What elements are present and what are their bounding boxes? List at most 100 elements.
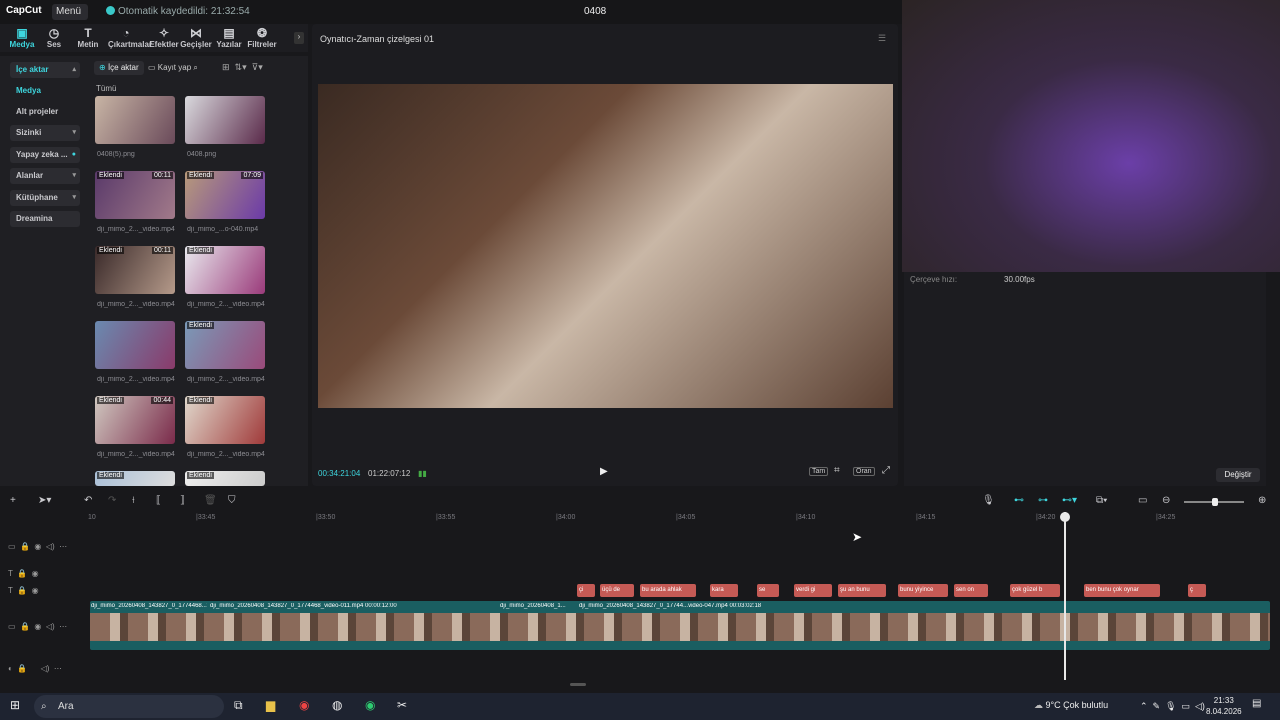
shield-icon[interactable]: ⛉ <box>228 495 236 506</box>
spotify-icon[interactable]: ◉ <box>365 698 375 712</box>
chrome-icon[interactable]: ◉ <box>299 698 309 712</box>
player-menu-icon[interactable]: ☰ <box>878 33 886 44</box>
text-clip[interactable]: kara <box>710 584 738 597</box>
sidebar-item-yours[interactable]: Sizinki ▾ <box>10 125 80 141</box>
sidebar-item-subprojects[interactable]: Alt projeler <box>10 104 80 120</box>
obs-icon[interactable]: ◍ <box>332 698 342 712</box>
track-controls[interactable]: ▭ 🔒 ◉ ◁) ⋯ <box>8 622 67 631</box>
system-tray-icons[interactable]: ⌃ ✎ 🎙 ▭ ◁) <box>1140 701 1205 712</box>
select-tool-icon[interactable]: ➤▾ <box>38 495 51 506</box>
track-controls[interactable]: ◐ 🔒 ◁) ⋯ <box>8 664 62 673</box>
media-thumb[interactable]: Eklendi <box>185 396 265 444</box>
media-thumb[interactable] <box>95 321 175 369</box>
microphone-icon[interactable]: 🎙 <box>982 495 995 506</box>
screenshot-icon[interactable]: ⌗ <box>834 465 840 476</box>
record-button[interactable]: ▭ Kayıt yap ⌕ <box>148 61 198 75</box>
notification-icon[interactable]: ▤ <box>1252 698 1261 709</box>
added-badge: Eklendi <box>187 322 214 329</box>
added-badge: Eklendi <box>97 472 124 479</box>
redo-icon[interactable]: ↷ <box>108 495 116 506</box>
text-clip[interactable]: se <box>757 584 779 597</box>
frame-rate-value: 30.00fps <box>1004 275 1035 284</box>
play-button[interactable]: ▶ <box>600 466 608 477</box>
split-icon[interactable]: ⟊ <box>132 495 135 506</box>
trim-right-icon[interactable]: ⟧ <box>180 495 185 506</box>
preview-axis-icon[interactable]: ⧉▾ <box>1096 495 1107 506</box>
link-icon[interactable]: ⊷ <box>1014 495 1024 506</box>
media-thumb[interactable]: Eklendi 07:09 <box>185 171 265 219</box>
zoom-slider-thumb[interactable] <box>1212 498 1218 506</box>
sidebar-item-spaces[interactable]: Alanlar ▾ <box>10 168 80 184</box>
taskbar-clock[interactable]: 21:33 8.04.2026 <box>1206 695 1242 717</box>
details-panel: Çerçeve hızı: 30.00fps Değiştir <box>904 272 1266 486</box>
text-clip[interactable]: bu arada ahlak <box>640 584 696 597</box>
media-thumb[interactable] <box>185 96 265 144</box>
playhead[interactable] <box>1060 512 1070 680</box>
import-button[interactable]: ⊕ İçe aktar <box>94 61 144 75</box>
media-thumb[interactable]: Eklendi 00:11 <box>95 246 175 294</box>
chevron-right-icon[interactable]: › <box>294 32 304 44</box>
magnet-icon[interactable]: ⊶ <box>1038 495 1048 506</box>
text-clip[interactable]: ben bunu çok oynar <box>1084 584 1160 597</box>
taskbar-search[interactable]: ⌕ Ara <box>34 695 224 718</box>
text-clip[interactable]: sen on <box>954 584 988 597</box>
snap-icon[interactable]: ⊷▾ <box>1062 495 1077 506</box>
text-clip[interactable]: bunu yiyince <box>898 584 948 597</box>
delete-icon[interactable]: 🗑 <box>204 495 217 506</box>
tab-filters[interactable]: ❂ Filtreler <box>244 26 280 49</box>
tab-audio[interactable]: ◷ Ses <box>36 26 72 49</box>
undo-icon[interactable]: ↶ <box>84 495 92 506</box>
windows-start-icon[interactable]: ⊞ <box>10 698 20 712</box>
tab-stickers[interactable]: ◔ Çıkartmalar <box>108 26 152 49</box>
timeline-ruler[interactable]: 10 |33:45 |33:50 |33:55 |34:00 |34:05 |3… <box>88 512 1280 526</box>
text-clip[interactable]: üçü de <box>600 584 634 597</box>
media-thumb[interactable]: Eklendi 00:11 <box>95 171 175 219</box>
timeline-scrollbar[interactable] <box>570 683 586 686</box>
zoom-out-icon[interactable]: ⊖ <box>1162 495 1170 506</box>
full-quality-button[interactable]: Tam <box>809 467 829 476</box>
media-thumb[interactable]: Eklendi <box>95 471 175 486</box>
caption-icon[interactable]: ▭ <box>1138 495 1147 506</box>
track-controls[interactable]: T 🔒 ◉ <box>8 586 39 595</box>
tab-text[interactable]: T Metin <box>70 26 106 49</box>
project-title: 0408 <box>584 6 607 17</box>
fullscreen-icon[interactable]: ⤢ <box>882 465 890 476</box>
zoom-in-icon[interactable]: ⊕ <box>1258 495 1266 506</box>
trim-left-icon[interactable]: ⟦ <box>156 495 161 506</box>
clock-time: 21:33 <box>1213 696 1234 705</box>
tab-effects[interactable]: ✧ Efektler <box>146 26 182 49</box>
media-thumb[interactable]: Eklendi 00:44 <box>95 396 175 444</box>
add-icon[interactable]: + <box>10 495 16 506</box>
capcut-icon[interactable]: ✂ <box>397 698 407 712</box>
change-button[interactable]: Değiştir <box>1216 468 1260 482</box>
text-clip[interactable]: verdi gi <box>794 584 832 597</box>
text-clip[interactable]: çi <box>577 584 595 597</box>
sidebar-item-media[interactable]: Medya <box>10 83 80 99</box>
media-thumb[interactable]: Eklendi <box>185 246 265 294</box>
media-thumb[interactable]: Eklendi <box>185 471 265 486</box>
tab-transitions[interactable]: ⋈ Geçişler <box>178 26 214 49</box>
media-thumb[interactable] <box>95 96 175 144</box>
text-clip[interactable]: şu an bunu <box>838 584 886 597</box>
sidebar-item-dreamina[interactable]: Dreamina <box>10 211 80 227</box>
audio-meter-icon: ▮▮ <box>418 469 427 478</box>
weather-widget[interactable]: ☁ 9°C Çok bulutlu <box>1034 700 1108 711</box>
track-controls[interactable]: ▭ 🔒 ◉ ◁) ⋯ <box>8 542 67 551</box>
track-controls[interactable]: T 🔒 ◉ <box>8 569 39 578</box>
sidebar-item-import[interactable]: İçe aktar ▴ <box>10 62 80 78</box>
tab-media[interactable]: ▣ Medya <box>4 26 40 49</box>
text-clip[interactable]: çok güzel b <box>1010 584 1060 597</box>
text-clip[interactable]: ç <box>1188 584 1206 597</box>
view-options-icon[interactable]: ⊞ ⇅▾ ⊽▾ <box>222 62 263 73</box>
task-view-icon[interactable]: ⧉ <box>234 698 243 713</box>
ratio-button[interactable]: Oran <box>853 467 875 476</box>
file-explorer-icon[interactable]: ▆ <box>266 698 275 712</box>
media-name: 0408.png <box>187 151 217 158</box>
tab-captions[interactable]: ▤ Yazılar <box>211 26 247 49</box>
video-preview[interactable] <box>318 84 893 408</box>
sidebar-item-library[interactable]: Kütüphane ▾ <box>10 190 80 206</box>
menu-button[interactable]: Menü ▾ <box>52 4 88 33</box>
sidebar-item-ai[interactable]: Yapay zeka ... ● <box>10 147 80 163</box>
zoom-slider[interactable] <box>1184 498 1244 506</box>
media-thumb[interactable]: Eklendi <box>185 321 265 369</box>
